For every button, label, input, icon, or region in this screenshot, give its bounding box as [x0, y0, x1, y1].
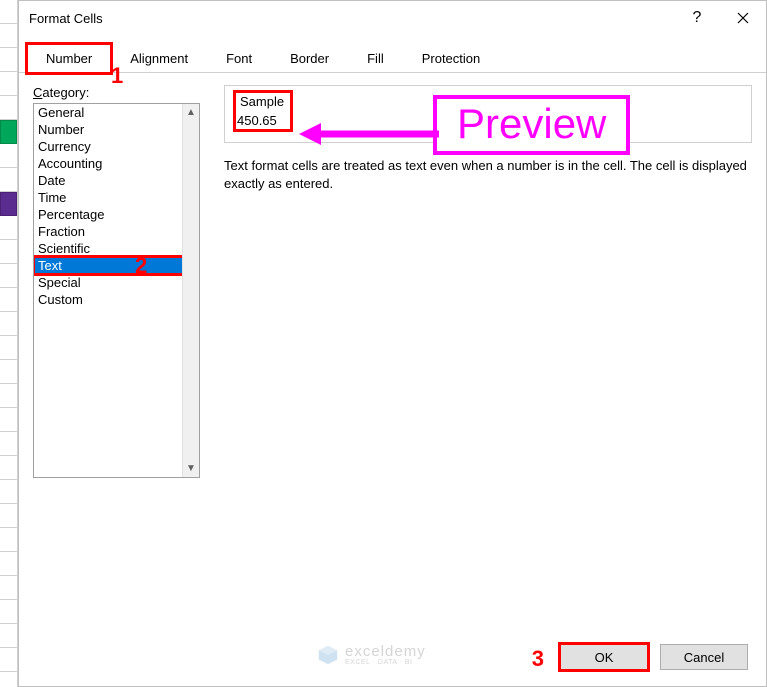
tab-fill[interactable]: Fill: [348, 44, 403, 73]
sample-label: Sample: [237, 94, 287, 109]
watermark-brand: exceldemy: [345, 644, 426, 659]
list-item[interactable]: Percentage: [34, 206, 199, 223]
format-description: Text format cells are treated as text ev…: [224, 157, 752, 192]
list-item[interactable]: Fraction: [34, 223, 199, 240]
list-item[interactable]: General: [34, 104, 199, 121]
watermark: exceldemy EXCEL · DATA · BI: [317, 644, 426, 666]
tab-font[interactable]: Font: [207, 44, 271, 73]
callout-number-2: 2: [135, 253, 147, 279]
tab-number[interactable]: Number: [27, 44, 111, 73]
tab-alignment[interactable]: Alignment: [111, 44, 207, 73]
callout-number-1: 1: [111, 63, 123, 89]
category-listbox[interactable]: General Number Currency Accounting Date …: [33, 103, 200, 478]
scroll-up-icon[interactable]: ▲: [183, 104, 199, 121]
watermark-tagline: EXCEL · DATA · BI: [345, 659, 426, 666]
arrow-icon: [299, 119, 439, 149]
list-item[interactable]: Accounting: [34, 155, 199, 172]
watermark-icon: [317, 644, 339, 666]
dialog-buttons: OK Cancel: [560, 644, 748, 670]
list-item[interactable]: Special: [34, 274, 199, 291]
ok-button[interactable]: OK: [560, 644, 648, 670]
list-item[interactable]: Custom: [34, 291, 199, 308]
tab-border[interactable]: Border: [271, 44, 348, 73]
tab-strip: Number Alignment Font Border Fill Protec…: [19, 35, 766, 73]
list-item-selected[interactable]: Text: [34, 257, 199, 274]
tab-content: Category: General Number Currency Accoun…: [19, 73, 766, 628]
close-icon: [737, 12, 749, 24]
help-button[interactable]: ?: [674, 1, 720, 35]
close-button[interactable]: [720, 1, 766, 35]
callout-number-3: 3: [532, 646, 544, 672]
list-item[interactable]: Number: [34, 121, 199, 138]
titlebar: Format Cells ?: [19, 1, 766, 35]
tab-protection[interactable]: Protection: [403, 44, 500, 73]
list-item[interactable]: Date: [34, 172, 199, 189]
list-item[interactable]: Currency: [34, 138, 199, 155]
scroll-down-icon[interactable]: ▼: [183, 460, 199, 477]
format-cells-dialog: Format Cells ? Number Alignment Font Bor…: [18, 0, 767, 687]
preview-callout-label: Preview: [433, 95, 630, 155]
dialog-title: Format Cells: [29, 11, 103, 26]
background-sheet-edge: [0, 0, 18, 687]
cancel-button[interactable]: Cancel: [660, 644, 748, 670]
listbox-scrollbar[interactable]: ▲ ▼: [182, 104, 199, 477]
list-item[interactable]: Time: [34, 189, 199, 206]
sample-value: 450.65: [237, 113, 287, 128]
list-item[interactable]: Scientific: [34, 240, 199, 257]
